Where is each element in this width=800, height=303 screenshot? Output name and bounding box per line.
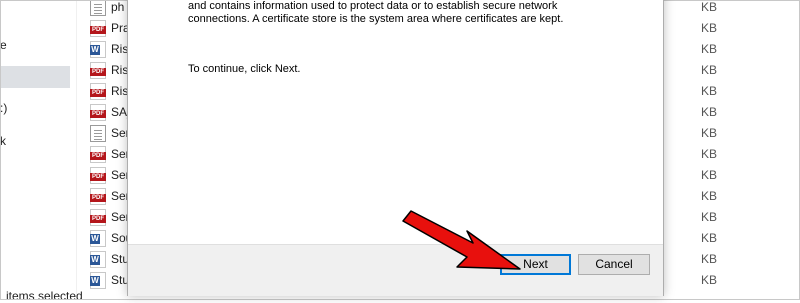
pdf-file-icon: PDF xyxy=(90,20,106,37)
file-size: KB xyxy=(700,105,717,119)
pdf-file-icon: PDF xyxy=(90,62,106,79)
text-file-icon xyxy=(90,0,106,16)
pdf-file-icon: PDF xyxy=(90,209,106,226)
nav-item-label: k xyxy=(0,134,6,148)
file-size: KB xyxy=(700,126,717,140)
nav-item-label: e xyxy=(0,38,7,52)
nav-item[interactable]: k xyxy=(0,130,70,152)
nav-item[interactable]: e xyxy=(0,34,70,56)
file-name: ph xyxy=(111,0,125,14)
file-size: KB xyxy=(700,252,717,266)
file-name: Ris xyxy=(111,42,129,56)
file-name: Ris xyxy=(111,84,129,98)
navigation-pane: e :) k xyxy=(0,0,70,300)
pdf-file-icon: PDF xyxy=(90,104,106,121)
pdf-file-icon: PDF xyxy=(90,188,106,205)
pdf-file-icon: PDF xyxy=(90,83,106,100)
text-file-icon xyxy=(90,125,106,142)
file-size: KB xyxy=(700,84,717,98)
pdf-file-icon: PDF xyxy=(90,167,106,184)
cancel-button[interactable]: Cancel xyxy=(578,254,650,275)
file-size: KB xyxy=(700,42,717,56)
red-arrow-icon xyxy=(402,210,521,270)
nav-item-label: :) xyxy=(0,101,8,115)
file-size: KB xyxy=(700,21,717,35)
file-size: KB xyxy=(700,210,717,224)
nav-item[interactable]: :) xyxy=(0,97,70,119)
word-document-icon: W xyxy=(90,251,106,268)
file-size: KB xyxy=(700,0,717,14)
pdf-file-icon: PDF xyxy=(90,146,106,163)
file-size: KB xyxy=(700,63,717,77)
file-size: KB xyxy=(700,147,717,161)
dialog-description-line-2: connections. A certificate store is the … xyxy=(188,13,564,25)
continue-instruction: To continue, click Next. xyxy=(188,63,301,75)
file-size: KB xyxy=(700,168,717,182)
file-size: KB xyxy=(700,273,717,287)
status-bar-text: items selected xyxy=(6,289,83,303)
pane-divider xyxy=(76,0,77,300)
word-document-icon: W xyxy=(90,230,106,247)
file-size: KB xyxy=(700,189,717,203)
word-document-icon: W xyxy=(90,41,106,58)
file-size: KB xyxy=(700,231,717,245)
nav-item-selected[interactable] xyxy=(0,66,70,88)
file-name: Ris xyxy=(111,63,129,77)
word-document-icon: W xyxy=(90,272,106,289)
